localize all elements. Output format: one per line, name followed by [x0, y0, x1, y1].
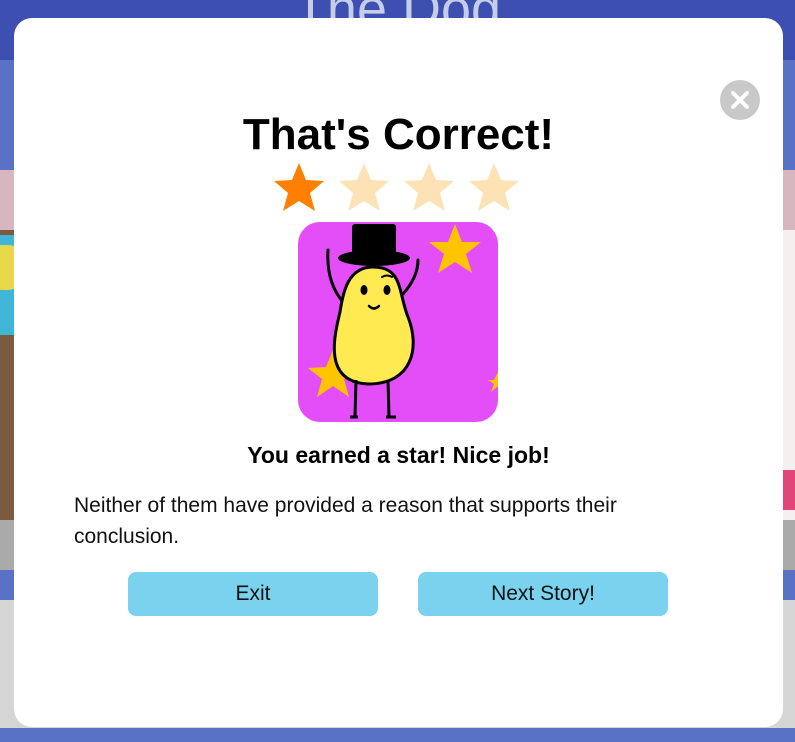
star-empty-icon	[404, 163, 454, 211]
modal-title: That's Correct!	[242, 110, 555, 159]
star-empty-icon	[339, 163, 389, 211]
background-bottom-bar	[0, 728, 795, 742]
exit-button[interactable]: Exit	[128, 572, 378, 616]
feedback-text: Neither of them have provided a reason t…	[74, 494, 617, 548]
reward-image	[298, 222, 498, 422]
reward-message: You earned a star! Nice job!	[247, 442, 550, 468]
result-modal: That's Correct! You earned a star! Nice …	[14, 18, 783, 727]
star-filled-icon	[274, 163, 324, 211]
potato-mascot-icon	[308, 224, 498, 419]
star-rating	[271, 160, 531, 216]
next-story-button[interactable]: Next Story!	[418, 572, 668, 616]
star-empty-icon	[469, 163, 519, 211]
